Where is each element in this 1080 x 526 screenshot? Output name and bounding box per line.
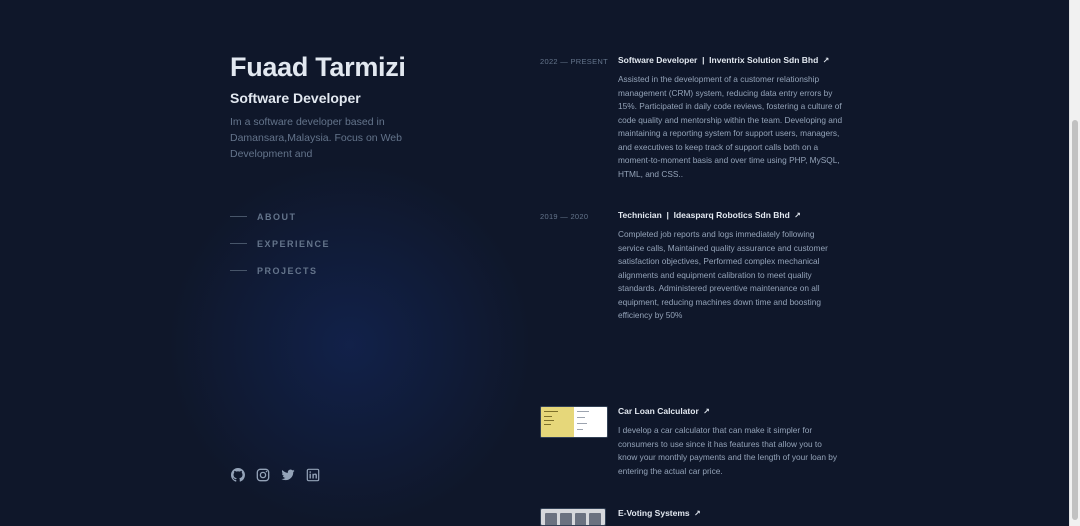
experience-description: Assisted in the development of a custome… [618, 74, 843, 179]
project-thumbnail[interactable] [540, 508, 606, 526]
external-link-arrow-icon: ↗ [694, 509, 701, 518]
section-nav: ABOUT EXPERIENCE PROJECTS [230, 203, 330, 284]
twitter-icon[interactable] [281, 468, 295, 482]
linkedin-icon[interactable] [306, 468, 320, 482]
experience-title: Technician | Ideasparq Robotics Sdn Bhd [618, 210, 790, 220]
nav-label: EXPERIENCE [257, 238, 331, 249]
nav-indicator-line [230, 216, 247, 217]
scrollbar-thumb[interactable] [1072, 120, 1078, 520]
profile-bio: Im a software developer based in Damansa… [230, 116, 402, 160]
external-link-arrow-icon: ↗ [822, 56, 830, 65]
nav-indicator-line [230, 270, 247, 271]
nav-item-projects[interactable]: PROJECTS [230, 257, 330, 284]
project-title-link[interactable]: Car Loan Calculator ↗ [618, 406, 843, 416]
github-icon[interactable] [231, 468, 245, 482]
experience-title-link[interactable]: Software Developer | Inventrix Solution … [618, 55, 843, 65]
project-description: I develop a car calculator that can make… [618, 425, 838, 476]
experience-date: 2019 — 2020 [540, 212, 589, 221]
nav-item-about[interactable]: ABOUT [230, 203, 330, 230]
profile-name: Fuaad Tarmizi [230, 52, 406, 82]
external-link-arrow-icon: ↗ [794, 211, 801, 220]
background-spotlight [0, 0, 1070, 526]
project-thumbnail[interactable] [540, 406, 608, 438]
experience-title-link[interactable]: Technician | Ideasparq Robotics Sdn Bhd … [618, 210, 843, 220]
experience-description: Completed job reports and logs immediate… [618, 229, 828, 320]
nav-label: PROJECTS [257, 265, 318, 276]
profile-role: Software Developer [230, 90, 361, 106]
project-title: Car Loan Calculator [618, 406, 699, 416]
experience-date: 2022 — PRESENT [540, 57, 608, 66]
project-title: E-Voting Systems [618, 508, 690, 518]
project-title-link[interactable]: E-Voting Systems ↗ [618, 508, 843, 518]
external-link-arrow-icon: ↗ [703, 407, 710, 416]
nav-item-experience[interactable]: EXPERIENCE [230, 230, 330, 257]
vertical-scrollbar[interactable] [1069, 0, 1080, 526]
nav-label: ABOUT [257, 211, 297, 222]
social-links [231, 468, 320, 482]
instagram-icon[interactable] [256, 468, 270, 482]
experience-title: Software Developer | Inventrix Solution … [618, 55, 819, 65]
nav-indicator-line [230, 243, 247, 244]
